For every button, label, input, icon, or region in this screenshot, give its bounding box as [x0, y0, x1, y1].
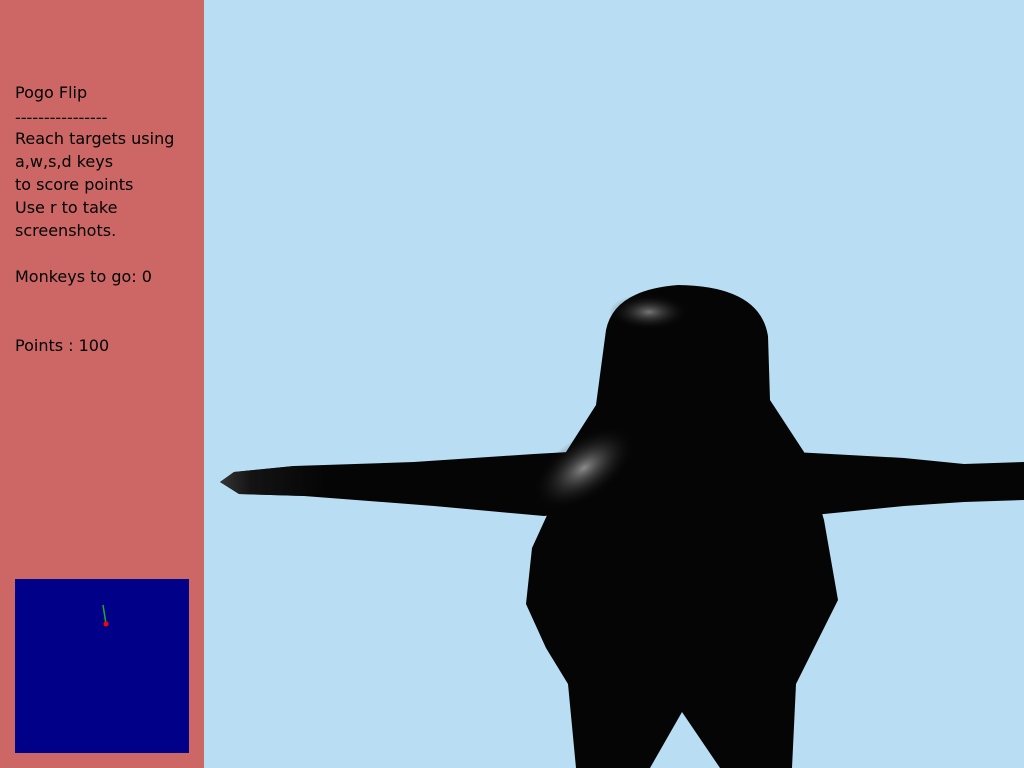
penguin-body: [526, 285, 838, 768]
arm-highlight: [220, 466, 324, 496]
monkeys-remaining: Monkeys to go: 0: [15, 267, 152, 286]
instruction-line: Reach targets using: [15, 129, 175, 148]
game-window: Pogo Flip ---------------- Reach targets…: [0, 0, 1024, 768]
hud-sidebar: Pogo Flip ---------------- Reach targets…: [0, 0, 204, 768]
points-score: Points : 100: [15, 336, 110, 355]
instruction-line: Use r to take: [15, 198, 118, 217]
minimap-heading-line: [102, 604, 107, 625]
penguin-character: [220, 285, 1024, 768]
instruction-line: to score points: [15, 175, 134, 194]
penguin-right-arm: [794, 452, 1024, 516]
head-highlight: [609, 294, 689, 330]
scene-canvas: [220, 285, 1024, 768]
game-viewport[interactable]: [204, 0, 1024, 768]
title-divider: ----------------: [15, 108, 108, 127]
minimap: [15, 579, 189, 753]
game-title: Pogo Flip: [15, 83, 88, 102]
minimap-canvas: [102, 604, 109, 627]
instruction-line: a,w,s,d keys: [15, 152, 114, 171]
minimap-player-dot: [103, 621, 109, 627]
instruction-line: screenshots.: [15, 221, 117, 240]
